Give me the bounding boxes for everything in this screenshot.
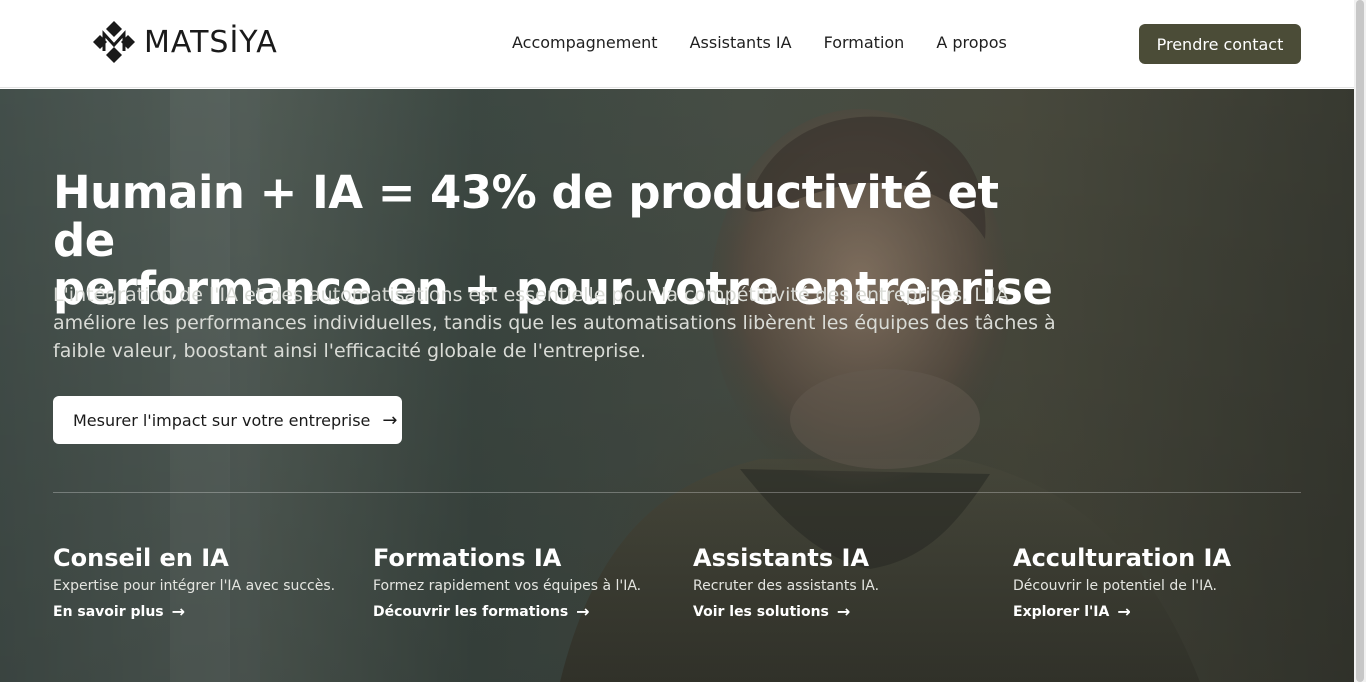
nav-formation[interactable]: Formation (824, 33, 905, 52)
card-title: Conseil en IA (53, 544, 229, 572)
card-text: Découvrir le potentiel de l'IA. (1013, 578, 1217, 594)
card-text: Recruter des assistants IA. (693, 578, 880, 594)
arrow-right-icon: → (171, 602, 186, 621)
arrow-right-icon: → (382, 409, 398, 431)
hero-divider (53, 492, 1301, 493)
card-title: Formations IA (373, 544, 562, 572)
measure-impact-label: Mesurer l'impact sur votre entreprise (73, 410, 371, 430)
hero-headline-line1: Humain + IA = 43% de productivité et de (53, 166, 999, 267)
card-link[interactable]: En savoir plus → (53, 602, 185, 621)
nav-accompagnement[interactable]: Accompagnement (512, 33, 658, 52)
site-header: MATSİYA Accompagnement Assistants IA For… (0, 0, 1354, 88)
card-title: Assistants IA (693, 544, 870, 572)
hero-subline: L'intégration de l'IA et des automatisat… (53, 284, 1056, 362)
card-link-label: Découvrir les formations (373, 603, 569, 620)
card-formations: Formations IA Formez rapidement vos équi… (373, 543, 673, 621)
nav-assistants-ia[interactable]: Assistants IA (690, 33, 792, 52)
arrow-right-icon: → (1117, 602, 1131, 621)
main-nav: Accompagnement Assistants IA Formation A… (512, 33, 1007, 52)
card-text: Expertise pour intégrer l'IA avec succès… (53, 578, 336, 594)
measure-impact-button[interactable]: Mesurer l'impact sur votre entreprise → (53, 396, 402, 444)
arrow-right-icon: → (836, 602, 851, 621)
card-link-label: Voir les solutions (693, 603, 829, 620)
card-text: Formez rapidement vos équipes à l'IA. (373, 578, 642, 594)
card-link-label: En savoir plus (53, 603, 164, 620)
nav-a-propos[interactable]: A propos (936, 33, 1006, 52)
card-link[interactable]: Voir les solutions → (693, 602, 850, 621)
card-link[interactable]: Découvrir les formations → (373, 602, 590, 621)
card-title: Acculturation IA (1013, 544, 1232, 572)
card-assistants: Assistants IA Recruter des assistants IA… (693, 543, 993, 621)
page-scrollbar[interactable] (1354, 0, 1366, 682)
logo-text: MATSİYA (144, 24, 278, 60)
card-conseil: Conseil en IA Expertise pour intégrer l'… (53, 543, 353, 621)
hero-section: Humain + IA = 43% de productivité et de … (0, 89, 1354, 682)
card-link-label: Explorer l'IA (1013, 603, 1110, 620)
contact-button[interactable]: Prendre contact (1139, 24, 1301, 64)
card-link[interactable]: Explorer l'IA → (1013, 602, 1131, 621)
logo[interactable]: MATSİYA (93, 21, 278, 63)
scrollbar-thumb[interactable] (1356, 0, 1364, 682)
card-acculturation: Acculturation IA Découvrir le potentiel … (1013, 543, 1313, 621)
arrow-right-icon: → (576, 602, 590, 621)
matsiya-logo-icon (93, 21, 135, 63)
